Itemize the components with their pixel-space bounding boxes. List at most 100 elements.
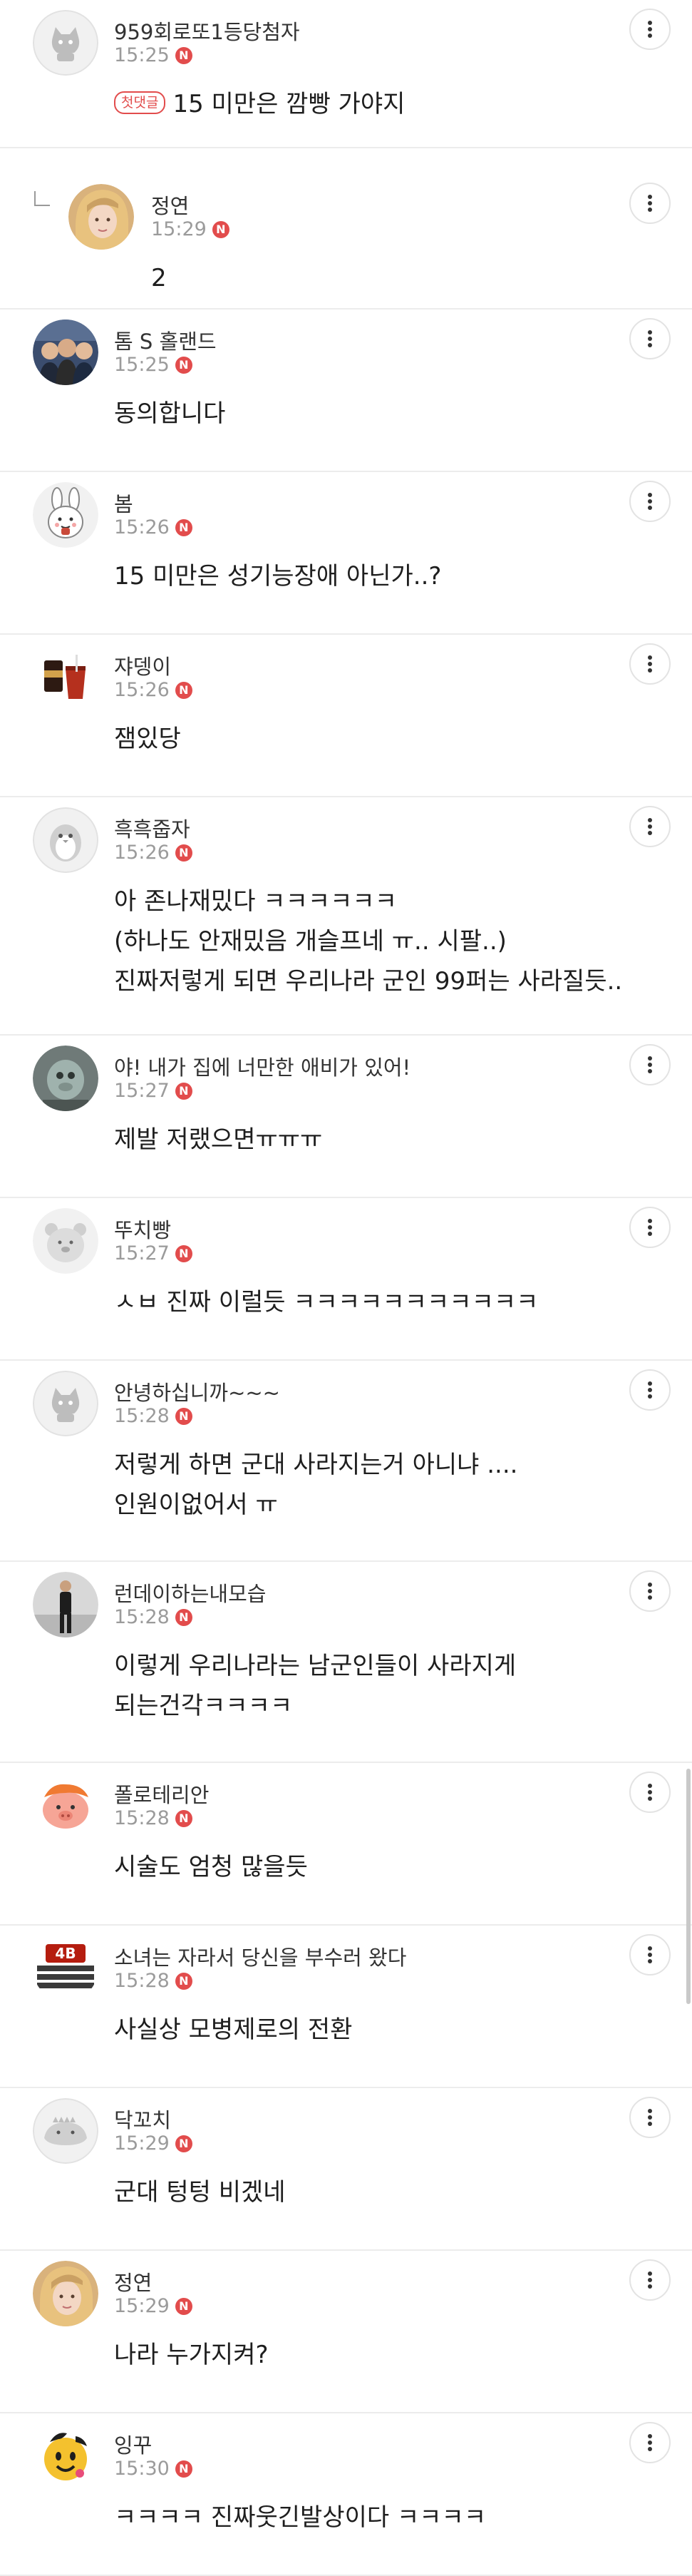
- reply-arrow-icon: [33, 190, 51, 208]
- comment-item: 흑흑줍자 15:26 N 아 존나재밌다 ㅋㅋㅋㅋㅋㅋ (하나도 안재밌음 개슬프네 ㅠ…: [0, 797, 692, 1036]
- new-badge: N: [175, 1244, 192, 1262]
- comment-text: (하나도 안재밌음 개슬프네 ㅠ.. 시팔..): [114, 927, 507, 956]
- rabbit-avatar-icon[interactable]: [33, 482, 98, 548]
- comment-nickname[interactable]: 정연: [151, 190, 189, 220]
- comment-nickname[interactable]: 959회로또1등당첨자: [114, 16, 300, 46]
- comment-nickname[interactable]: 뚜치빵: [114, 1214, 171, 1244]
- comment-text-line: 되는건각ㅋㅋㅋㅋ: [114, 1686, 649, 1726]
- comment-list: 959회로또1등당첨자 15:25 N 첫댓글 15 미만은 깜빵 가야지 정연 15:29…: [0, 0, 692, 2576]
- more-options-button[interactable]: [629, 1934, 671, 1976]
- kebab-menu-icon: [647, 1056, 653, 1074]
- kebab-menu-icon: [647, 1783, 653, 1801]
- new-badge: N: [175, 2460, 192, 2478]
- figure-avatar-icon[interactable]: [33, 1046, 98, 1111]
- comment-nickname[interactable]: 안녕하십니까~~~: [114, 1376, 280, 1406]
- more-options-button[interactable]: [629, 183, 671, 224]
- new-badge: N: [175, 1972, 192, 1990]
- comment-meta: 15:26 N: [114, 679, 192, 701]
- comment-meta: 15:27 N: [114, 1242, 192, 1264]
- runner-photo-avatar-icon[interactable]: [33, 1572, 98, 1637]
- comment-text-line: 아 존나재밌다 ㅋㅋㅋㅋㅋㅋ: [114, 881, 649, 921]
- bear-avatar-icon[interactable]: [33, 1208, 98, 1274]
- new-badge: N: [175, 1809, 192, 1827]
- more-options-button[interactable]: [629, 643, 671, 685]
- comment-text-line: 첫댓글 15 미만은 깜빵 가야지: [114, 84, 649, 124]
- more-options-button[interactable]: [629, 9, 671, 50]
- comment-nickname[interactable]: 톰 S 홀랜드: [114, 325, 217, 355]
- more-options-button[interactable]: [629, 2259, 671, 2301]
- comment-text: 나라 누가지켜?: [114, 2341, 269, 2369]
- more-options-button[interactable]: [629, 2097, 671, 2138]
- comment-text-line: 제발 저랬으면ㅠㅠㅠ: [114, 1120, 649, 1160]
- comment-time: 15:29: [114, 2295, 170, 2317]
- kebab-menu-icon: [647, 1946, 653, 1964]
- more-options-button[interactable]: [629, 1369, 671, 1411]
- comment-item: 정연 15:29 N 나라 누가지켜?: [0, 2251, 692, 2413]
- comment-nickname[interactable]: 닥꼬치: [114, 2104, 171, 2134]
- new-badge: N: [175, 1407, 192, 1425]
- comment-time: 15:29: [114, 2132, 170, 2155]
- comment-body: 첫댓글 15 미만은 깜빵 가야지: [114, 84, 649, 124]
- comment-body: 시술도 엄청 많을듯: [114, 1847, 649, 1887]
- comment-text: ㅋㅋㅋㅋ 진짜웃긴발상이다 ㅋㅋㅋㅋ: [114, 2503, 487, 2532]
- comment-text-line: 군대 텅텅 비겠네: [114, 2172, 649, 2212]
- profile-photo-avatar-icon[interactable]: [33, 2261, 98, 2326]
- comment-time: 15:29: [151, 218, 207, 240]
- new-badge: N: [175, 356, 192, 374]
- comment-time: 15:25: [114, 354, 170, 376]
- comment-text-line: (하나도 안재밌음 개슬프네 ㅠ.. 시팔..): [114, 921, 649, 961]
- comment-time: 15:26: [114, 842, 170, 864]
- comment-item: 톰 S 홀랜드 15:25 N 동의합니다: [0, 310, 692, 472]
- comment-body: 동의합니다: [114, 394, 649, 434]
- comment-text: 사실상 모병제로의 전환: [114, 2015, 353, 2044]
- more-options-button[interactable]: [629, 1772, 671, 1813]
- comment-item: 쟈뎅이 15:26 N 잼있당: [0, 635, 692, 797]
- comment-text: 아 존나재밌다 ㅋㅋㅋㅋㅋㅋ: [114, 887, 397, 916]
- more-options-button[interactable]: [629, 481, 671, 522]
- comment-text: 제발 저랬으면ㅠㅠㅠ: [114, 1125, 323, 1154]
- more-options-button[interactable]: [629, 318, 671, 359]
- comment-time: 15:25: [114, 44, 170, 66]
- comment-nickname[interactable]: 쟈뎅이: [114, 650, 171, 680]
- comment-nickname[interactable]: 잉꾸: [114, 2429, 152, 2459]
- comment-nickname[interactable]: 흑흑줍자: [114, 813, 190, 843]
- comment-text: 진짜저렇게 되면 우리나라 군인 99퍼는 사라질듯..: [114, 967, 623, 996]
- kebab-menu-icon: [647, 2271, 653, 2289]
- comment-text-line: ㅅㅂ 진짜 이럴듯 ㅋㅋㅋㅋㅋㅋㅋㅋㅋㅋㅋ: [114, 1282, 649, 1322]
- comment-meta: 15:28 N: [114, 1970, 192, 1992]
- dino-avatar-icon[interactable]: [33, 2098, 98, 2164]
- comment-nickname[interactable]: 정연: [114, 2266, 152, 2296]
- drink-avatar-icon[interactable]: [33, 645, 98, 710]
- comment-time: 15:26: [114, 679, 170, 701]
- comment-nickname[interactable]: 야! 내가 집에 너만한 애비가 있어!: [114, 1051, 410, 1081]
- comment-text-line: 진짜저렇게 되면 우리나라 군인 99퍼는 사라질듯..: [114, 961, 649, 1001]
- scrollbar[interactable]: [686, 1769, 691, 2004]
- pig-character-avatar-icon[interactable]: [33, 1773, 98, 1839]
- comment-time: 15:28: [114, 1807, 170, 1829]
- comment-nickname[interactable]: 봄: [114, 488, 133, 518]
- more-options-button[interactable]: [629, 1570, 671, 1612]
- new-badge: N: [175, 1082, 192, 1100]
- more-options-button[interactable]: [629, 806, 671, 847]
- comment-nickname[interactable]: 런데이하는내모습: [114, 1578, 266, 1608]
- default-cat-avatar-icon[interactable]: [33, 10, 98, 76]
- comment-meta: 15:27 N: [114, 1080, 192, 1102]
- kebab-menu-icon: [647, 20, 653, 39]
- comment-nickname[interactable]: 소녀는 자라서 당신을 부수러 왔다: [114, 1941, 406, 1971]
- first-comment-badge: 첫댓글: [114, 91, 166, 114]
- more-options-button[interactable]: [629, 1044, 671, 1085]
- profile-photo-avatar-icon[interactable]: [68, 184, 134, 250]
- comment-nickname[interactable]: 폴로테리안: [114, 1779, 209, 1809]
- group-photo-avatar-icon[interactable]: [33, 320, 98, 385]
- new-badge: N: [175, 681, 192, 699]
- more-options-button[interactable]: [629, 1207, 671, 1248]
- new-badge: N: [212, 220, 229, 238]
- penguin-avatar-icon[interactable]: [33, 807, 98, 873]
- comment-text-line: 2: [151, 258, 649, 298]
- default-cat-avatar-icon[interactable]: [33, 1371, 98, 1436]
- comment-text: 15 미만은 깜빵 가야지: [172, 90, 406, 118]
- more-options-button[interactable]: [629, 2422, 671, 2463]
- smiley-avatar-icon[interactable]: [33, 2423, 98, 2489]
- 4b-logo-avatar-icon[interactable]: 4B: [33, 1936, 98, 2001]
- comment-body: 15 미만은 성기능장애 아닌가..?: [114, 556, 649, 596]
